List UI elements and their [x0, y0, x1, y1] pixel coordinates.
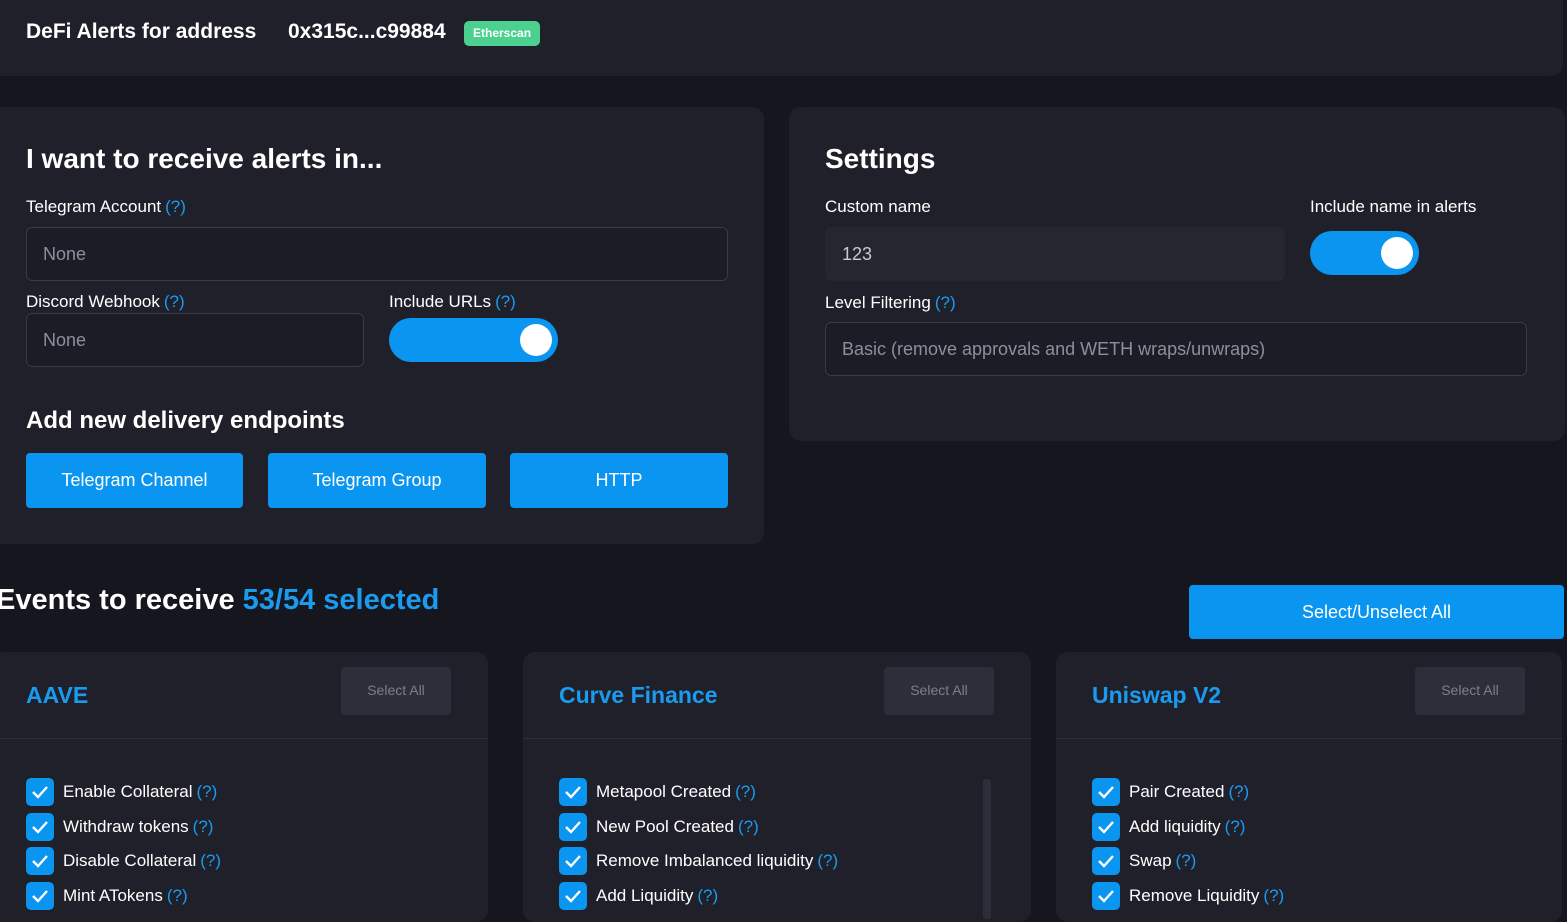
checkbox-checked-icon[interactable] — [559, 881, 587, 910]
protocol-card-curve-finance: Curve Finance Select All Metapool Create… — [523, 652, 1031, 922]
checkbox-checked-icon[interactable] — [26, 778, 54, 806]
select-all-button[interactable]: Select All — [884, 667, 994, 715]
events-count: 53/54 selected — [242, 584, 440, 616]
include-urls-label: Include URLs (?) — [389, 292, 516, 311]
telegram-channel-button[interactable]: Telegram Channel — [26, 453, 243, 508]
checkbox-checked-icon[interactable] — [559, 812, 587, 841]
select-unselect-all-button[interactable]: Select/Unselect All — [1189, 585, 1564, 639]
event-list-scrollbar[interactable] — [983, 779, 991, 919]
include-urls-toggle[interactable] — [389, 318, 558, 362]
settings-card: Settings Custom name 123 Include name in… — [789, 107, 1565, 441]
help-link[interactable]: (?) — [1263, 886, 1284, 905]
help-link[interactable]: (?) — [1228, 782, 1249, 801]
include-name-toggle[interactable] — [1310, 231, 1419, 275]
include-urls-help-link[interactable]: (?) — [495, 292, 516, 311]
help-link[interactable]: (?) — [167, 886, 188, 905]
toggle-knob — [520, 324, 552, 356]
include-name-label: Include name in alerts — [1310, 197, 1477, 216]
endpoints-title: Add new delivery endpoints — [26, 407, 345, 434]
discord-webhook-field[interactable]: None — [26, 313, 364, 367]
settings-title: Settings — [825, 143, 936, 174]
protocol-header: Curve Finance Select All — [523, 652, 1031, 739]
select-all-button[interactable]: Select All — [1415, 667, 1525, 715]
top-bar: DeFi Alerts for address 0x315c...c99884 … — [0, 0, 1563, 76]
toggle-knob — [1381, 237, 1413, 269]
help-link[interactable]: (?) — [817, 851, 838, 870]
help-link[interactable]: (?) — [697, 886, 718, 905]
protocol-name: AAVE — [26, 682, 89, 708]
checkbox-checked-icon[interactable] — [559, 847, 587, 875]
level-filtering-select[interactable]: Basic (remove approvals and WETH wraps/u… — [825, 322, 1527, 376]
http-button[interactable]: HTTP — [510, 453, 728, 508]
discord-help-link[interactable]: (?) — [164, 292, 185, 311]
telegram-label: Telegram Account (?) — [26, 197, 186, 216]
checkbox-checked-icon[interactable] — [1092, 881, 1120, 910]
checkbox-checked-icon[interactable] — [26, 847, 54, 875]
help-link[interactable]: (?) — [193, 817, 214, 836]
telegram-group-button[interactable]: Telegram Group — [268, 453, 486, 508]
select-all-button[interactable]: Select All — [341, 667, 451, 715]
help-link[interactable]: (?) — [735, 782, 756, 801]
checkbox-checked-icon[interactable] — [1092, 812, 1120, 841]
help-link[interactable]: (?) — [200, 851, 221, 870]
help-link[interactable]: (?) — [738, 817, 759, 836]
protocol-card-uniswap-v2: Uniswap V2 Select All Pair Created (?) Ad… — [1056, 652, 1562, 922]
events-title: Events to receive 53/54 selected — [0, 584, 440, 616]
checkbox-checked-icon[interactable] — [1092, 847, 1120, 875]
etherscan-badge[interactable]: Etherscan — [464, 21, 541, 46]
discord-label: Discord Webhook (?) — [26, 292, 185, 311]
delivery-title: I want to receive alerts in... — [26, 143, 383, 174]
help-link[interactable]: (?) — [1176, 851, 1197, 870]
protocol-card-aave: AAVE Select All Enable Collateral (?) Wit… — [0, 652, 488, 922]
protocol-name: Uniswap V2 — [1092, 682, 1222, 708]
help-link[interactable]: (?) — [1225, 817, 1246, 836]
checkbox-checked-icon[interactable] — [1092, 778, 1120, 806]
custom-name-label: Custom name — [825, 197, 931, 216]
level-filtering-help-link[interactable]: (?) — [935, 293, 956, 312]
address-link[interactable]: 0x315c...c99884 — [288, 20, 446, 44]
level-filtering-label: Level Filtering (?) — [825, 293, 956, 312]
protocol-header: AAVE Select All — [0, 652, 488, 739]
page-title: DeFi Alerts for address — [26, 20, 257, 43]
checkbox-checked-icon[interactable] — [26, 812, 54, 841]
custom-name-field[interactable]: 123 — [825, 227, 1285, 281]
telegram-account-field[interactable]: None — [26, 227, 728, 281]
checkbox-checked-icon[interactable] — [559, 778, 587, 806]
protocol-header: Uniswap V2 Select All — [1056, 652, 1562, 739]
checkbox-checked-icon[interactable] — [26, 881, 54, 910]
help-link[interactable]: (?) — [196, 782, 217, 801]
protocol-name: Curve Finance — [559, 682, 718, 708]
telegram-help-link[interactable]: (?) — [165, 197, 186, 216]
delivery-card: I want to receive alerts in... Telegram … — [0, 107, 764, 544]
